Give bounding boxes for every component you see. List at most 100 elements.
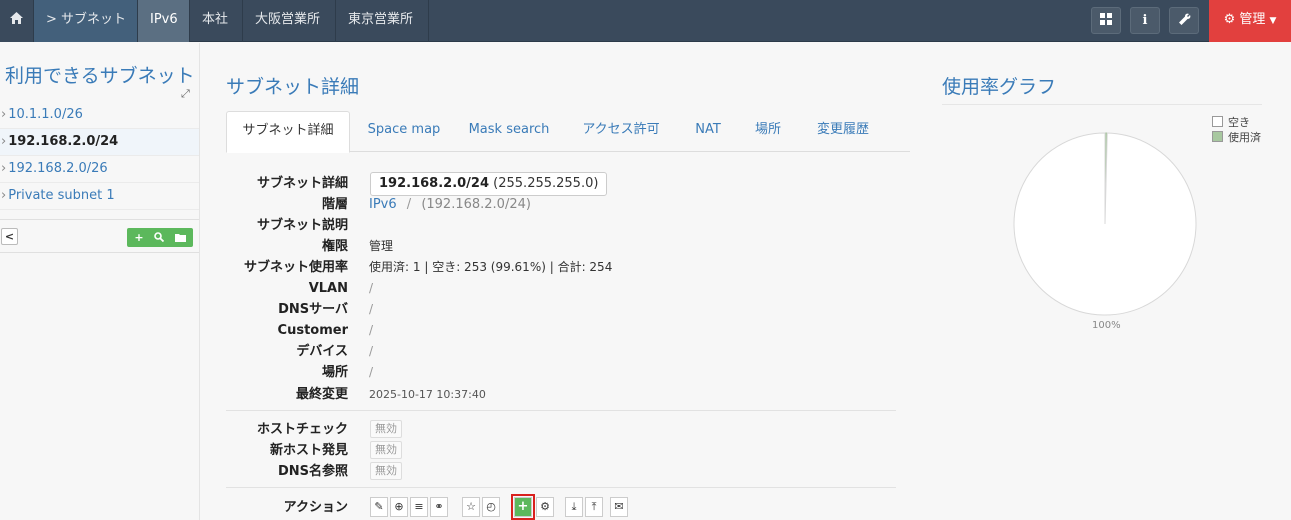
detail-row-location: 場所 / — [226, 362, 896, 383]
tab-subnet-details[interactable]: サブネット詳細 — [226, 111, 350, 153]
host-check-badge: 無効 — [370, 420, 402, 438]
tab-changelog[interactable]: 変更履歴 — [808, 111, 878, 152]
sidebar-title: 利用できるサブネット — [5, 65, 195, 87]
star-icon: ☆ — [466, 500, 476, 513]
sidebar-action-group: + — [127, 228, 193, 247]
legend-label: 空き — [1228, 116, 1250, 129]
divider — [226, 410, 896, 411]
detail-label: 権限 — [321, 239, 348, 254]
folder-icon[interactable] — [170, 228, 190, 247]
subnet-address: 192.168.2.0/24 — [379, 176, 490, 191]
list-button[interactable]: ≡ — [410, 497, 428, 517]
clock-icon: ◴ — [486, 500, 496, 513]
detail-label: 場所 — [321, 365, 348, 380]
subnet-item[interactable]: › Private subnet 1 — [0, 183, 199, 210]
detail-label: サブネット使用率 — [243, 260, 348, 275]
caret-right-icon: › — [1, 161, 7, 176]
top-navbar: > サブネット IPv6 本社 大阪営業所 東京営業所 i ⚙ 管理 ▼ — [0, 0, 1291, 42]
detail-label: デバイス — [296, 344, 348, 359]
tab-space-map[interactable]: Space map — [362, 111, 446, 152]
import-button[interactable]: ⤓ — [565, 497, 583, 517]
usage-value: 使用済: 1 | 空き: 253 (99.61%) | 合計: 254 — [369, 257, 612, 278]
detail-row-permission: 権限 管理 — [226, 236, 896, 257]
link-icon: ⚭ — [434, 500, 444, 513]
link-button[interactable]: ⚭ — [430, 497, 448, 517]
actions-label: アクション — [283, 500, 348, 515]
subnet-item-label: 192.168.2.0/24 — [8, 134, 119, 149]
info-button[interactable]: i — [1130, 7, 1160, 34]
detail-label: 最終変更 — [295, 387, 348, 402]
nav-section-tokyo[interactable]: 東京営業所 — [336, 0, 429, 42]
favourite-button[interactable]: ☆ — [462, 497, 480, 517]
gear-icon: ⚙ — [1223, 12, 1236, 27]
detail-row-subnet: サブネット詳細 192.168.2.0/24 (255.255.255.0) — [226, 172, 896, 196]
detail-label: 新ホスト発見 — [269, 443, 348, 458]
wrench-icon — [1178, 13, 1190, 25]
expand-icon[interactable]: ⤢ — [181, 87, 190, 101]
permission-value: 管理 — [369, 239, 394, 253]
legend-label: 使用済 — [1228, 131, 1261, 144]
pie-slice-label: 100% — [1092, 320, 1121, 331]
usage-rest: | 空き: 253 (99.61%) | 合計: 254 — [424, 260, 613, 274]
gears-icon: ⚙ — [540, 500, 550, 513]
detail-label: DNS名参照 — [277, 464, 348, 479]
detail-row-dns: DNSサーバ / — [226, 299, 896, 320]
envelope-icon: ✉ — [614, 500, 624, 513]
legend-item-used[interactable]: 使用済 — [1212, 131, 1261, 146]
usage-used-count: 1 — [412, 260, 421, 274]
export-button[interactable]: ⤒ — [585, 497, 603, 517]
sidebar-toolbar: < + — [0, 219, 199, 253]
tab-location[interactable]: 場所 — [750, 111, 786, 152]
home-button[interactable] — [0, 0, 34, 42]
legend-swatch-used — [1212, 131, 1223, 142]
subnet-item-active[interactable]: › 192.168.2.0/24 — [0, 129, 199, 156]
list-icon: ≡ — [414, 500, 424, 513]
plus-icon[interactable]: + — [129, 228, 149, 247]
history-button[interactable]: ◴ — [482, 497, 500, 517]
breadcrumb-separator: / — [406, 197, 412, 212]
caret-right-icon: › — [1, 134, 7, 149]
dashboard-button[interactable] — [1091, 7, 1121, 34]
legend-item-free[interactable]: 空き — [1212, 116, 1261, 131]
admin-menu-button[interactable]: ⚙ 管理 ▼ — [1209, 0, 1291, 42]
location-value: / — [369, 365, 374, 379]
breadcrumb-ipv6-link[interactable]: IPv6 — [369, 197, 397, 212]
tools-button[interactable] — [1169, 7, 1199, 34]
scan-button[interactable]: ⚙ — [536, 497, 554, 517]
legend-swatch-free — [1212, 116, 1223, 127]
pie-slice-free[interactable] — [1013, 132, 1197, 316]
detail-label: DNSサーバ — [278, 302, 348, 317]
detail-label: サブネット説明 — [256, 218, 348, 233]
subnet-item[interactable]: › 192.168.2.0/26 — [0, 156, 199, 183]
add-address-button[interactable]: ⊕ — [390, 497, 408, 517]
divider — [226, 487, 896, 488]
customer-value: / — [369, 323, 374, 337]
search-icon[interactable] — [149, 228, 169, 247]
tab-mask-search[interactable]: Mask search — [464, 111, 554, 152]
nav-section-osaka[interactable]: 大阪営業所 — [243, 0, 336, 42]
dns-resolve-badge: 無効 — [370, 462, 402, 480]
subnet-item-label: 10.1.1.0/26 — [8, 107, 83, 122]
chevron-left-icon: < — [4, 230, 15, 243]
subnet-value-box: 192.168.2.0/24 (255.255.255.0) — [370, 172, 608, 196]
tab-nat[interactable]: NAT — [688, 111, 728, 152]
breadcrumb-current: (192.168.2.0/24) — [421, 197, 531, 212]
nav-section-honsha[interactable]: 本社 — [190, 0, 243, 42]
nav-section-ipv6[interactable]: IPv6 — [138, 0, 190, 42]
add-subnet-button[interactable]: + — [511, 494, 535, 520]
detail-row-description: サブネット説明 — [226, 215, 896, 236]
edit-subnet-button[interactable]: ✎ — [370, 497, 388, 517]
detail-label: Customer — [277, 323, 348, 338]
usage-pie-chart — [1013, 132, 1197, 316]
collapse-sidebar-button[interactable]: < — [1, 228, 18, 245]
tab-permissions[interactable]: アクセス許可 — [576, 111, 666, 152]
nav-subnets[interactable]: > サブネット — [34, 0, 138, 42]
modified-value: 2025-10-17 10:37:40 — [369, 388, 486, 401]
pencil-icon: ✎ — [374, 500, 384, 513]
subnet-item[interactable]: › 10.1.1.0/26 — [0, 102, 199, 129]
chart-legend: 空き 使用済 — [1212, 116, 1261, 146]
caret-right-icon: › — [1, 107, 7, 122]
email-button[interactable]: ✉ — [610, 497, 628, 517]
detail-row-host-check: ホストチェック 無効 — [226, 419, 896, 440]
detail-row-device: デバイス / — [226, 341, 896, 362]
